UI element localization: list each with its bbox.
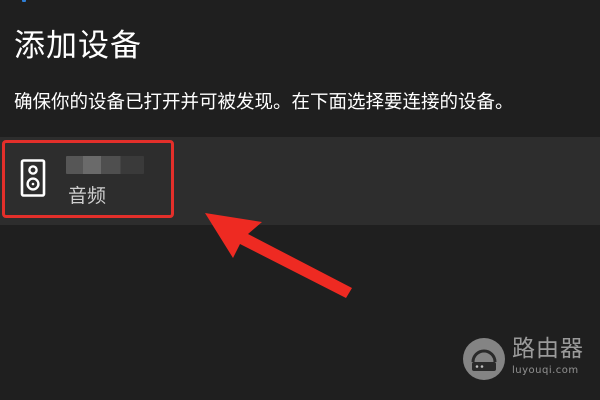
accent-mark [22,0,26,2]
router-logo-icon [463,338,505,380]
watermark-url: luyouqi.com [512,365,579,376]
add-device-dialog: 添加设备 确保你的设备已打开并可被发现。在下面选择要连接的设备。 音频 路由器 … [0,0,600,400]
watermark-text: 路由器 [512,336,584,362]
watermark: 路由器 luyouqi.com [462,335,592,383]
device-type-label: 音频 [68,185,107,207]
speaker-icon [20,159,46,197]
page-title: 添加设备 [14,28,142,64]
instruction-text: 确保你的设备已打开并可被发现。在下面选择要连接的设备。 [14,92,514,113]
device-name-redacted [66,156,144,174]
